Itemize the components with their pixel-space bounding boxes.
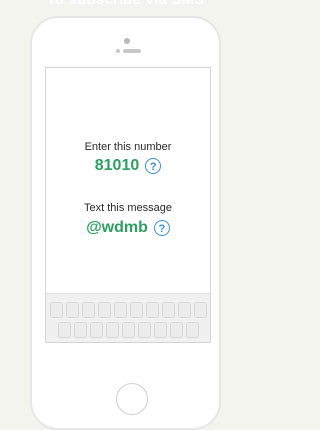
keyboard-key[interactable] — [162, 302, 175, 318]
phone-screen: Enter this number 81010? Text this messa… — [45, 67, 211, 343]
number-help-icon[interactable]: ? — [145, 158, 162, 174]
sensor-dot-icon — [116, 49, 120, 53]
keyboard-key[interactable] — [130, 302, 143, 318]
front-camera-icon — [124, 38, 130, 44]
keyboard-key[interactable] — [138, 342, 151, 343]
keyboard-key[interactable] — [58, 322, 71, 338]
keyboard-key[interactable] — [154, 342, 167, 343]
on-screen-keyboard — [46, 293, 210, 343]
keyboard-key[interactable] — [82, 302, 95, 318]
shift-key[interactable] — [50, 342, 70, 343]
speaker-icon — [123, 49, 141, 53]
keyboard-key[interactable] — [66, 302, 79, 318]
keyboard-key[interactable] — [122, 322, 135, 338]
keyboard-key[interactable] — [194, 302, 207, 318]
number-prompt: Enter this number — [84, 141, 172, 153]
home-button[interactable] — [116, 383, 148, 415]
sms-number: 81010 — [94, 157, 140, 174]
keyboard-key[interactable] — [74, 322, 87, 338]
keyboard-key[interactable] — [90, 342, 103, 343]
keyboard-key[interactable] — [170, 322, 183, 338]
keyboard-key[interactable] — [122, 342, 135, 343]
number-row: 81010? — [46, 156, 210, 176]
phone-mockup: Enter this number 81010? Text this messa… — [30, 16, 221, 430]
keyboard-key[interactable] — [170, 342, 183, 343]
keyboard-key[interactable] — [178, 302, 191, 318]
keyboard-key[interactable] — [186, 322, 199, 338]
message-row: @wdmb? — [46, 218, 210, 238]
keyboard-key[interactable] — [138, 322, 151, 338]
message-help-icon[interactable]: ? — [153, 220, 170, 236]
keyboard-key[interactable] — [74, 342, 87, 343]
keyboard-key[interactable] — [114, 302, 127, 318]
page-title: To subscribe via SMS — [0, 0, 251, 8]
keyboard-key[interactable] — [146, 302, 159, 318]
keyboard-key[interactable] — [106, 322, 119, 338]
backspace-key[interactable] — [187, 342, 207, 343]
keyboard-key[interactable] — [50, 302, 63, 318]
keyboard-key[interactable] — [90, 322, 103, 338]
sms-message: @wdmb — [86, 219, 148, 236]
keyboard-key[interactable] — [154, 322, 167, 338]
message-prompt: Text this message — [83, 202, 173, 214]
keyboard-key[interactable] — [106, 342, 119, 343]
keyboard-key[interactable] — [98, 302, 111, 318]
